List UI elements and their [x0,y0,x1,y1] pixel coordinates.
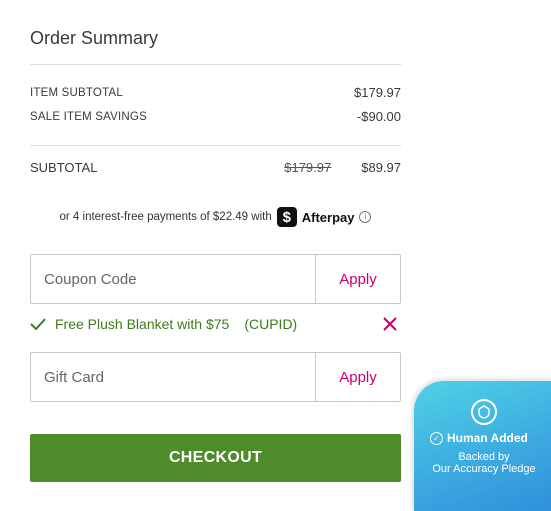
coupon-apply-button[interactable]: Apply [315,255,400,303]
badge-subtitle: Backed by Our Accuracy Pledge [414,451,551,475]
applied-promo-text-group: Free Plush Blanket with $75 (CUPID) [30,316,297,332]
badge-title-text: Human Added [447,431,528,445]
subtotal-label: SUBTOTAL [30,160,98,175]
subtotal-original-price: $179.97 [284,160,332,175]
subtotal-value: $89.97 [361,160,401,175]
coupon-field: Apply [30,254,401,304]
info-icon[interactable]: i [359,211,372,223]
divider [30,145,401,146]
check-circle-icon: ✓ [430,431,443,445]
order-summary-title: Order Summary [30,28,159,48]
sale-savings-row: SALE ITEM SAVINGS -$90.00 [30,109,401,124]
subtotal-row: SUBTOTAL $179.97 $89.97 [30,160,401,175]
afterpay-brand: Afterpay [301,209,355,225]
item-subtotal-row: ITEM SUBTOTAL $179.97 [30,85,401,100]
afterpay-message: or 4 interest-free payments of $22.49 wi… [30,207,401,227]
badge-title: ✓ Human Added [430,431,528,445]
afterpay-text: or 4 interest-free payments of $22.49 wi… [59,211,272,223]
applied-promo-code: (CUPID) [244,316,298,332]
applied-promo: Free Plush Blanket with $75 (CUPID) [30,316,401,332]
check-icon [30,318,46,330]
badge-subtitle-line: Our Accuracy Pledge [432,463,536,475]
afterpay-logo-icon: $ [276,207,297,227]
applied-promo-text: Free Plush Blanket with $75 [55,316,230,332]
shield-icon [471,399,497,425]
subtotal-values: $179.97 $89.97 [284,160,401,175]
coupon-code-input[interactable] [31,255,315,303]
close-icon[interactable] [383,317,397,331]
sale-savings-label: SALE ITEM SAVINGS [30,110,147,123]
divider [30,64,401,65]
gift-card-apply-button[interactable]: Apply [315,353,400,401]
gift-card-field: Apply [30,352,401,402]
badge-subtitle-line: Backed by [458,451,510,463]
item-subtotal-value: $179.97 [354,85,401,100]
sale-savings-value: -$90.00 [356,109,401,124]
checkout-button[interactable]: CHECKOUT [30,434,401,482]
item-subtotal-label: ITEM SUBTOTAL [30,86,123,99]
gift-card-input[interactable] [31,353,315,401]
